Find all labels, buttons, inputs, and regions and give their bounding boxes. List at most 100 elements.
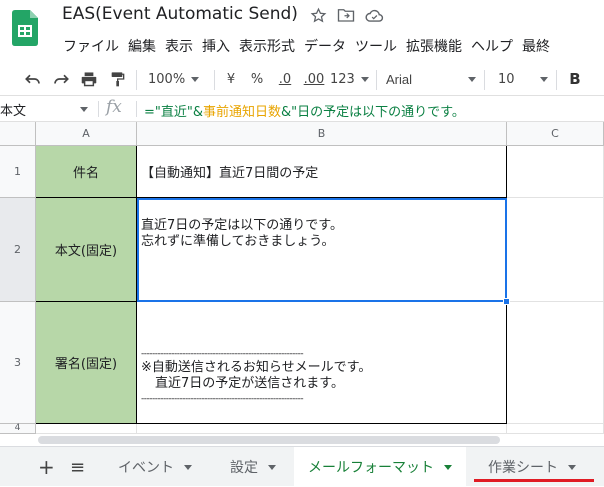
- toolbar: 100% ¥ % .0 .00 123 Arial 10 B: [0, 62, 604, 96]
- cell-a2[interactable]: 本文(固定): [36, 198, 137, 302]
- redo-icon[interactable]: [50, 68, 72, 90]
- print-icon[interactable]: [78, 68, 100, 90]
- star-icon[interactable]: [308, 5, 328, 25]
- menu-format[interactable]: 表示形式: [236, 35, 301, 57]
- chevron-down-icon: [268, 464, 276, 470]
- sheet-tab-label: メールフォーマット: [308, 460, 434, 476]
- column-header-b[interactable]: B: [137, 122, 507, 146]
- row-header-4[interactable]: 4: [0, 423, 36, 434]
- sheet-tab-settings[interactable]: 設定: [218, 447, 288, 487]
- menu-insert[interactable]: 挿入: [199, 35, 236, 57]
- percent-format-button[interactable]: %: [250, 68, 264, 90]
- chevron-down-icon: [568, 464, 576, 470]
- formula-string-part: &"日の予定は以下の通りです。: [281, 105, 465, 120]
- horizontal-scrollbar[interactable]: [38, 436, 500, 444]
- formula-bar: 本文 fx ="直近"&事前通知日数&"日の予定は以下の通りです。: [0, 96, 604, 122]
- cell-a4[interactable]: [36, 424, 137, 434]
- more-formats-button[interactable]: 123: [330, 68, 370, 90]
- formula-input[interactable]: ="直近"&事前通知日数&"日の予定は以下の通りです。: [144, 101, 465, 120]
- cell-b2[interactable]: 直近7日の予定は以下の通りです。 忘れずに準備しておきましょう。: [137, 198, 507, 302]
- cell-c2[interactable]: [507, 198, 604, 302]
- dashed-rule: ----------------------------------------…: [141, 349, 304, 359]
- fill-handle[interactable]: [503, 298, 510, 305]
- cell-text-line: 直近7日の予定は以下の通りです。: [141, 218, 343, 233]
- cell-b1[interactable]: 【自動通知】直近7日間の予定: [137, 146, 507, 198]
- sheet-tab-mail-format[interactable]: メールフォーマット: [294, 447, 466, 487]
- cell-c4[interactable]: [507, 424, 604, 434]
- cell-text-line: 忘れずに準備しておきましょう。: [141, 234, 335, 249]
- all-sheets-button[interactable]: ≡: [70, 447, 85, 487]
- app-header: EAS(Event Automatic Send) ファイル 編集 表示 挿入 …: [0, 0, 604, 60]
- more-formats-label: 123: [330, 71, 355, 87]
- sheet-tab-events[interactable]: イベント: [106, 447, 204, 487]
- menu-data[interactable]: データ: [301, 35, 352, 57]
- cell-c1[interactable]: [507, 146, 604, 198]
- undo-icon[interactable]: [22, 68, 44, 90]
- zoom-value: 100%: [148, 71, 186, 87]
- cell-b3[interactable]: ----------------------------------------…: [137, 302, 507, 424]
- chevron-down-icon: [191, 76, 200, 82]
- cell-text: 本文(固定): [54, 244, 118, 259]
- cell-a1[interactable]: 件名: [36, 146, 137, 198]
- cell-text-line: 直近7日の予定が送信されます。: [155, 376, 344, 391]
- select-all-corner[interactable]: [0, 122, 36, 146]
- chevron-down-icon: [444, 464, 452, 470]
- menu-edit[interactable]: 編集: [125, 35, 162, 57]
- font-family-select[interactable]: Arial: [386, 68, 476, 90]
- chevron-down-icon: [360, 76, 369, 82]
- cell-a3[interactable]: 署名(固定): [36, 302, 137, 424]
- fx-icon: fx: [106, 97, 122, 117]
- formula-named-range: 事前通知日数: [203, 105, 282, 120]
- cell-c3[interactable]: [507, 302, 604, 424]
- document-title[interactable]: EAS(Event Automatic Send): [62, 4, 298, 24]
- font-family-value: Arial: [386, 71, 413, 87]
- toolbar-divider: [214, 70, 215, 90]
- paint-format-icon[interactable]: [106, 68, 128, 90]
- title-actions: [308, 5, 384, 25]
- sheet-tab-label: イベント: [118, 460, 174, 476]
- row-header-3[interactable]: 3: [0, 302, 36, 424]
- chevron-down-icon: [540, 76, 548, 82]
- menu-last-edit[interactable]: 最終: [519, 35, 556, 57]
- move-to-folder-icon[interactable]: [336, 5, 356, 25]
- currency-format-button[interactable]: ¥: [224, 68, 238, 90]
- menu-tools[interactable]: ツール: [352, 35, 403, 57]
- chevron-down-icon: [184, 464, 192, 470]
- cell-text-line: ※自動送信されるお知らせメールです。: [141, 360, 372, 375]
- bold-button[interactable]: B: [566, 68, 584, 90]
- font-size-value: 10: [498, 71, 515, 87]
- toolbar-divider: [376, 70, 377, 90]
- row-header-2[interactable]: 2: [0, 198, 36, 302]
- sheet-tab-label: 作業シート: [488, 460, 558, 476]
- font-size-select[interactable]: 10: [498, 68, 548, 90]
- chevron-down-icon: [468, 76, 476, 82]
- menu-help[interactable]: ヘルプ: [468, 35, 519, 57]
- cell-text: 【自動通知】直近7日間の予定: [141, 166, 319, 181]
- dashed-rule: ----------------------------------------…: [141, 394, 304, 404]
- menu-extensions[interactable]: 拡張機能: [403, 35, 468, 57]
- decrease-decimal-button[interactable]: .0: [274, 68, 296, 90]
- cell-text: 件名: [72, 166, 99, 181]
- zoom-select[interactable]: 100%: [148, 68, 206, 90]
- cell-b4[interactable]: [137, 424, 507, 434]
- toolbar-divider: [556, 70, 557, 90]
- menu-bar: ファイル 編集 表示 挿入 表示形式 データ ツール 拡張機能 ヘルプ 最終: [60, 35, 556, 57]
- chevron-down-icon[interactable]: [80, 107, 88, 112]
- cloud-status-icon[interactable]: [364, 5, 384, 25]
- sheets-logo-icon[interactable]: [12, 10, 38, 46]
- add-sheet-button[interactable]: +: [38, 447, 55, 487]
- column-header-c[interactable]: C: [507, 122, 604, 146]
- row-header-1[interactable]: 1: [0, 146, 36, 198]
- formula-divider: [98, 101, 99, 117]
- toolbar-divider: [136, 70, 137, 90]
- menu-view[interactable]: 表示: [162, 35, 199, 57]
- cell-text: 署名(固定): [54, 357, 118, 372]
- toolbar-divider: [484, 70, 485, 90]
- increase-decimal-button[interactable]: .00: [302, 68, 326, 90]
- name-box[interactable]: 本文: [0, 100, 90, 119]
- column-header-a[interactable]: A: [36, 122, 137, 146]
- tab-highlight-underline: [474, 479, 594, 482]
- formula-divider: [136, 101, 137, 117]
- sheet-tab-label: 設定: [230, 460, 258, 476]
- menu-file[interactable]: ファイル: [60, 35, 125, 57]
